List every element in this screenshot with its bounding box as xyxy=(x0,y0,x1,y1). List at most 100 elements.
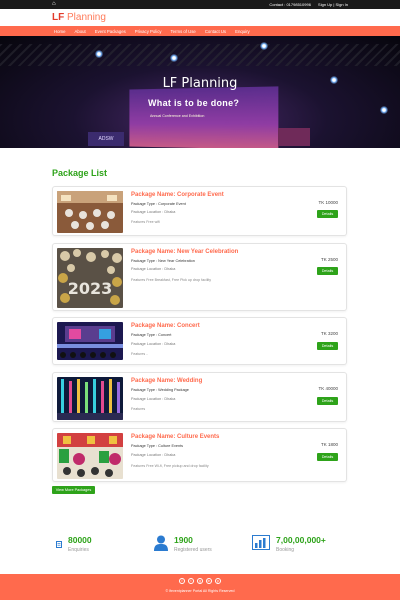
hero-banner: What is to be done? Annual Conference an… xyxy=(0,36,400,148)
screen-subtitle: Annual Conference and Exhibition xyxy=(150,114,205,118)
package-type: Package Type : Culture Events xyxy=(131,444,184,448)
user-icon xyxy=(154,535,168,556)
package-image[interactable] xyxy=(57,322,123,360)
features-value: Free wifi xyxy=(146,220,160,224)
package-image[interactable] xyxy=(57,377,123,420)
logo-part2: Planning xyxy=(67,12,106,23)
package-location: Package Location : Dhaka xyxy=(131,453,175,457)
stage-sign-right xyxy=(278,128,310,146)
location-value: Dhaka xyxy=(164,397,176,401)
linkedin-icon[interactable]: in xyxy=(206,578,212,584)
location-label: Package Location : xyxy=(131,453,165,457)
package-card: Package Name: Corporate Event Package Ty… xyxy=(52,186,347,236)
stage-sign: ADSW xyxy=(88,132,124,146)
main-nav: Home About Event Packages Privacy Policy… xyxy=(0,26,400,36)
location-value: Dhaka xyxy=(164,267,176,271)
twitter-icon[interactable]: t xyxy=(188,578,194,584)
package-name[interactable]: Package Name: Concert xyxy=(131,323,200,329)
stat-value: 7,00,00,000+ xyxy=(276,535,326,545)
nav-enquiry[interactable]: Enquiry xyxy=(235,29,250,34)
details-button[interactable]: Details xyxy=(317,342,338,350)
google-plus-icon[interactable]: g xyxy=(197,578,203,584)
package-type: Package Type : New Year Celebration xyxy=(131,259,195,263)
location-label: Package Location : xyxy=(131,342,165,346)
package-list-title: Package List xyxy=(52,168,108,178)
details-button[interactable]: Details xyxy=(317,453,338,461)
contact-text: Contact : 01798510996 xyxy=(269,2,311,7)
hero-title: LF Planning xyxy=(162,76,238,91)
nav-terms-of-use[interactable]: Terms of Use xyxy=(171,29,196,34)
nav-event-packages[interactable]: Event Packages xyxy=(95,29,126,34)
signup-signin-link[interactable]: Sign Up | Sign In xyxy=(318,2,348,7)
package-name[interactable]: Package Name: Corporate Event xyxy=(131,192,224,198)
top-bar: ⌂ Contact : 01798510996 Sign Up | Sign I… xyxy=(0,0,400,9)
facebook-icon[interactable]: f xyxy=(179,578,185,584)
top-bar-links: Contact : 01798510996 Sign Up | Sign In xyxy=(263,2,348,7)
package-location: Package Location : Dhaka xyxy=(131,342,175,346)
features-value: Free Breakfast, Free Pick up drop facili… xyxy=(146,278,212,282)
stat-booking: 7,00,00,000+ Booking xyxy=(252,535,326,555)
package-image[interactable] xyxy=(57,191,123,233)
stage-light xyxy=(260,42,268,50)
package-card: 2023 Package Name: New Year Celebration … xyxy=(52,243,347,311)
package-price: TK 2500 xyxy=(320,257,338,262)
package-name[interactable]: Package Name: Wedding xyxy=(131,378,202,384)
features-label: Features xyxy=(131,352,147,356)
chart-icon xyxy=(252,535,270,555)
package-card: Package Name: Wedding Package Type : Wed… xyxy=(52,372,347,422)
package-type: Package Type : Wedding Package xyxy=(131,388,189,392)
features-value: Free Wi-fi, Free pickup and drop facilit… xyxy=(146,464,209,468)
stat-label: Booking xyxy=(276,547,295,553)
nav-about[interactable]: About xyxy=(74,29,85,34)
package-image[interactable] xyxy=(57,433,123,479)
location-value: Dhaka xyxy=(164,342,176,346)
features-label: Features xyxy=(131,464,147,468)
features-label: Features xyxy=(131,278,147,282)
package-image[interactable]: 2023 xyxy=(57,248,123,308)
stat-label: Registered users xyxy=(174,547,212,553)
logo-part1: LF xyxy=(52,12,67,23)
package-features: Features Free wifi xyxy=(131,220,160,224)
package-name[interactable]: Package Name: Culture Events xyxy=(131,434,219,440)
package-features: Features Free Breakfast, Free Pick up dr… xyxy=(131,278,211,282)
social-links: f t g in p xyxy=(0,578,400,584)
home-icon[interactable]: ⌂ xyxy=(52,0,56,9)
package-location: Package Location : Dhaka xyxy=(131,267,175,271)
nav-privacy-policy[interactable]: Privacy Policy xyxy=(135,29,162,34)
stat-value: 80000 xyxy=(68,535,92,545)
stage-light xyxy=(380,106,388,114)
stat-enquiries: 80000 Enquiries xyxy=(56,535,92,553)
package-location: Package Location : Dhaka xyxy=(131,397,175,401)
nav-contact-us[interactable]: Contact Us xyxy=(205,29,226,34)
package-price: TK 1800 xyxy=(320,442,338,447)
package-location: Package Location : Dhaka xyxy=(131,210,175,214)
package-features: Features Free Wi-fi, Free pickup and dro… xyxy=(131,464,209,468)
copyright-text: © lfeventplanner Portal All Rights Reser… xyxy=(165,589,235,593)
site-logo[interactable]: LF Planning xyxy=(52,12,106,23)
screen-headline: What is to be done? xyxy=(148,98,240,108)
package-type: Package Type : Corporate Event xyxy=(131,202,186,206)
details-button[interactable]: Details xyxy=(317,267,338,275)
package-name[interactable]: Package Name: New Year Celebration xyxy=(131,249,238,255)
stage-truss xyxy=(0,44,400,66)
location-label: Package Location : xyxy=(131,210,165,214)
location-value: Dhaka xyxy=(164,453,176,457)
stat-registered-users: 1900 Registered users xyxy=(154,535,212,556)
details-button[interactable]: Details xyxy=(317,397,338,405)
details-button[interactable]: Details xyxy=(317,210,338,218)
package-card: Package Name: Concert Package Type : Con… xyxy=(52,317,347,365)
brand-bar: LF Planning xyxy=(0,9,400,26)
nav-home[interactable]: Home xyxy=(54,29,65,34)
pinterest-icon[interactable]: p xyxy=(215,578,221,584)
features-label: Features xyxy=(131,220,147,224)
stage-light xyxy=(170,54,178,62)
package-type: Package Type : Concert xyxy=(131,333,172,337)
location-value: Dhaka xyxy=(164,210,176,214)
stat-value: 1900 xyxy=(174,535,193,545)
package-price: TK 3200 xyxy=(320,331,338,336)
stat-label: Enquiries xyxy=(68,547,89,553)
svg-text:2023: 2023 xyxy=(68,279,113,298)
view-more-packages-button[interactable]: View More Packages xyxy=(52,486,95,494)
package-features: Features xyxy=(131,407,145,411)
package-card: Package Name: Culture Events Package Typ… xyxy=(52,428,347,482)
